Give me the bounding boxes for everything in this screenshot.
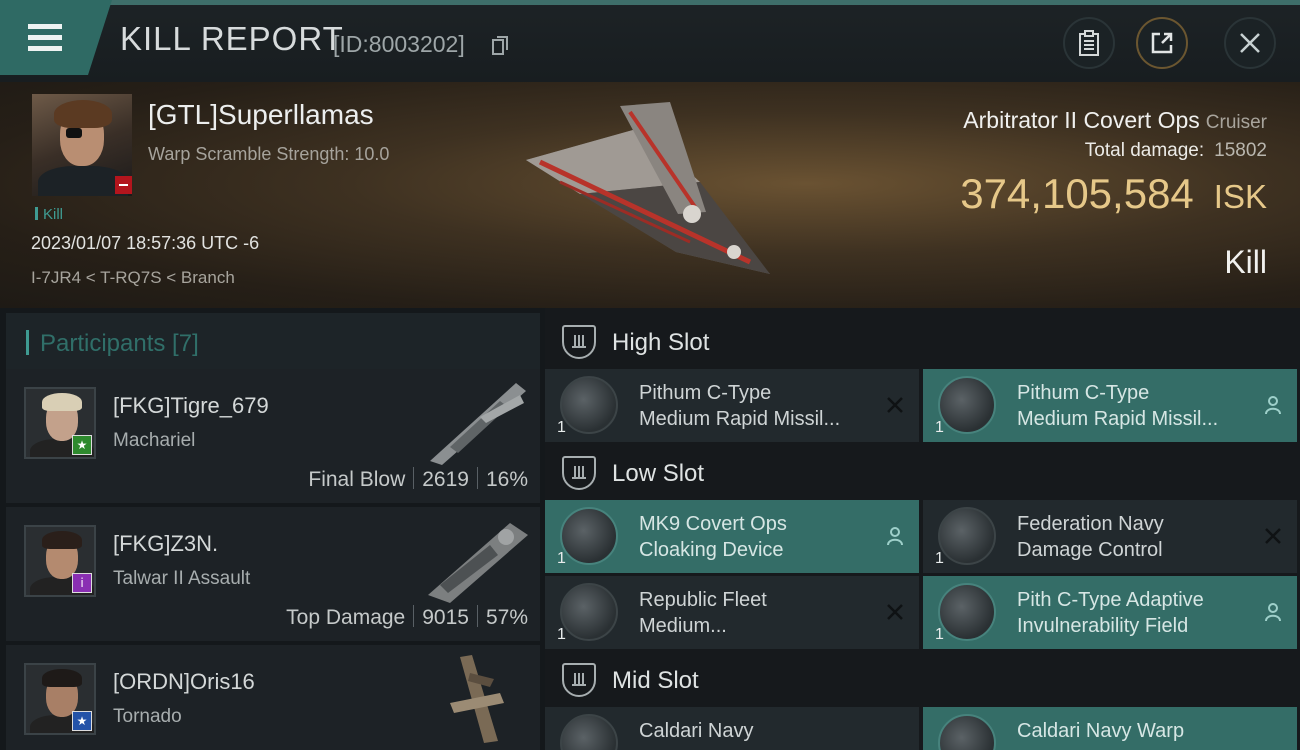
- participant-ship: Talwar II Assault: [113, 568, 251, 589]
- module-card[interactable]: 1 Federation Navy Damage Control: [923, 500, 1297, 573]
- module-card[interactable]: 1 Pithum C-Type Medium Rapid Missil...: [545, 369, 919, 442]
- damage-control-icon: [938, 507, 996, 565]
- victim-subtitle: Warp Scramble Strength: 10.0: [148, 144, 390, 164]
- participant-row[interactable]: i [FKG]Z3N. Talwar II Assault Top Damage…: [6, 507, 540, 641]
- participants-header[interactable]: Participants [7]: [6, 313, 540, 371]
- menu-button[interactable]: [0, 0, 112, 75]
- module-name: MK9 Covert Ops Cloaking Device: [639, 513, 787, 561]
- participant-ship-image: [450, 655, 504, 743]
- cloak-icon: [560, 507, 618, 565]
- share-icon: [1151, 32, 1173, 54]
- module-name: Pithum C-Type Medium Rapid Missil...: [1017, 382, 1219, 430]
- participant-row[interactable]: ★ [ORDN]Oris16 Tornado: [6, 645, 540, 750]
- participant-row[interactable]: ★ [FKG]Tigre_679 Machariel Final Blow 261…: [6, 369, 540, 503]
- star-icon: ★: [72, 711, 92, 731]
- module-icon: [560, 714, 618, 750]
- high-slot-icon: [562, 325, 596, 359]
- high-slot-title: High Slot: [612, 329, 710, 356]
- info-icon: i: [72, 573, 92, 593]
- clipboard-button[interactable]: [1063, 17, 1115, 69]
- participant-ship-image: [430, 383, 526, 465]
- pilot-icon[interactable]: [883, 524, 907, 548]
- share-button[interactable]: [1136, 17, 1188, 69]
- module-name: Caldari Navy: [639, 720, 754, 742]
- mid-slot-header[interactable]: Mid Slot: [545, 652, 1300, 706]
- mid-slot-title: Mid Slot: [612, 667, 699, 694]
- participant-name: [FKG]Z3N.: [113, 531, 219, 556]
- header-bar: KILL REPORT [ID:8003202]: [0, 0, 1300, 82]
- total-damage-line: Total damage: 15802: [1084, 140, 1267, 161]
- module-card[interactable]: 1 Pithum C-Type Medium Rapid Missil...: [923, 369, 1297, 442]
- low-slot-header[interactable]: Low Slot: [545, 445, 1300, 499]
- kill-datetime: 2023/01/07 18:57:36 UTC -6: [31, 233, 260, 253]
- module-quantity: 1: [935, 550, 944, 567]
- report-id: [ID:8003202]: [333, 31, 465, 57]
- module-name: Federation Navy Damage Control: [1017, 513, 1164, 561]
- module-card[interactable]: 1 Republic Fleet Medium...: [545, 576, 919, 649]
- copy-icon[interactable]: [492, 36, 508, 55]
- isk-unit: ISK: [1213, 178, 1267, 215]
- module-quantity: 1: [557, 419, 566, 436]
- close-button[interactable]: [1224, 17, 1276, 69]
- result-label: Kill: [1224, 244, 1267, 280]
- module-quantity: 1: [935, 626, 944, 643]
- participant-ship: Tornado: [113, 706, 182, 727]
- kill-location[interactable]: I-7JR4 < T-RQ7S < Branch: [31, 268, 235, 288]
- module-name: Pith C-Type Adaptive Invulnerability Fie…: [1017, 589, 1204, 637]
- module-quantity: 1: [557, 626, 566, 643]
- victim-ship-image[interactable]: [520, 102, 776, 282]
- mid-slot-icon: [562, 663, 596, 697]
- module-card[interactable]: Caldari Navy: [545, 707, 919, 750]
- close-icon[interactable]: [883, 600, 907, 624]
- close-icon: [1240, 33, 1260, 53]
- pilot-icon[interactable]: [1261, 393, 1285, 417]
- module-name: Pithum C-Type Medium Rapid Missil...: [639, 382, 841, 430]
- participant-ship: Machariel: [113, 430, 196, 451]
- low-slot-title: Low Slot: [612, 460, 705, 487]
- module-name: Republic Fleet Medium...: [639, 589, 767, 637]
- participants-panel: Participants [7] ★ [FKG]Tigre_679 Machar…: [0, 308, 540, 750]
- close-icon[interactable]: [883, 393, 907, 417]
- module-quantity: 1: [557, 550, 566, 567]
- launcher-icon: [938, 376, 996, 434]
- kill-tag: Kill: [35, 206, 63, 223]
- ship-name[interactable]: Arbitrator II Covert Ops: [963, 107, 1199, 133]
- module-icon: [938, 714, 996, 750]
- participants-title: Participants [7]: [40, 330, 199, 357]
- pilot-icon[interactable]: [1261, 600, 1285, 624]
- hostile-standing-icon: [115, 176, 132, 194]
- participant-name: [ORDN]Oris16: [113, 669, 255, 694]
- victim-name[interactable]: [GTL]Superllamas: [148, 99, 374, 131]
- participant-ship-image: [428, 523, 528, 603]
- star-icon: ★: [72, 435, 92, 455]
- module-card[interactable]: 1 Pith C-Type Adaptive Invulnerability F…: [923, 576, 1297, 649]
- module-name: Caldari Navy Warp: [1017, 720, 1185, 742]
- fitting-panel: High Slot 1 Pithum C-Type Medium Rapid M…: [545, 308, 1300, 750]
- participant-stats: Final Blow 2619 16%: [308, 467, 528, 491]
- menu-icon: [28, 24, 62, 29]
- kill-summary-banner: [GTL]Superllamas Warp Scramble Strength:…: [0, 82, 1300, 308]
- ship-name-line: Arbitrator II Covert Ops Cruiser: [963, 107, 1267, 134]
- module-card[interactable]: Caldari Navy Warp: [923, 707, 1297, 750]
- participant-name: [FKG]Tigre_679: [113, 393, 269, 418]
- total-damage-value: 15802: [1214, 140, 1267, 161]
- high-slot-header[interactable]: High Slot: [545, 314, 1300, 368]
- participant-stats: Top Damage 9015 57%: [286, 605, 528, 629]
- ship-class: Cruiser: [1205, 112, 1267, 133]
- close-icon[interactable]: [1261, 524, 1285, 548]
- page-title: KILL REPORT: [120, 20, 344, 57]
- module-card[interactable]: 1 MK9 Covert Ops Cloaking Device: [545, 500, 919, 573]
- module-quantity: 1: [935, 419, 944, 436]
- clipboard-icon: [1079, 30, 1099, 56]
- launcher-icon: [560, 376, 618, 434]
- isk-value-line: 374,105,584 ISK: [960, 170, 1267, 218]
- header-accent-line: [0, 0, 1300, 5]
- isk-value: 374,105,584: [960, 170, 1194, 217]
- plate-icon: [560, 583, 618, 641]
- shield-icon: [938, 583, 996, 641]
- low-slot-icon: [562, 456, 596, 490]
